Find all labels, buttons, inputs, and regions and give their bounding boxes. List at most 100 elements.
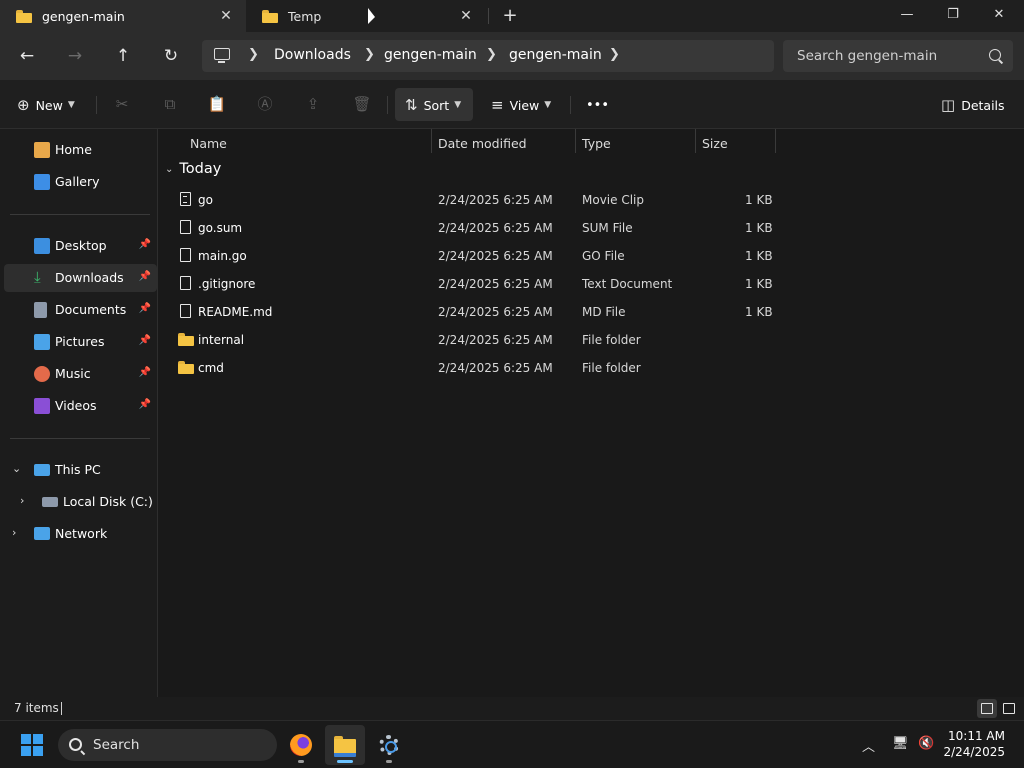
column-divider[interactable] [575, 129, 576, 153]
refresh-button[interactable]: ↻ [157, 42, 185, 70]
sort-icon: ⇅ [405, 96, 418, 114]
sidebar-item-gallery[interactable]: Gallery [4, 168, 157, 196]
network-status-icon[interactable]: 🖥 [892, 736, 909, 751]
more-options-button[interactable]: ••• [586, 92, 609, 118]
copy-icon[interactable]: ⧉ [160, 94, 180, 114]
column-header-type[interactable]: Type [582, 132, 611, 156]
table-row[interactable]: .gitignore 2/24/2025 6:25 AM Text Docume… [167, 270, 777, 298]
view-button[interactable]: ≡ View ▼ [491, 92, 551, 118]
delete-icon[interactable]: 🗑 [352, 94, 372, 114]
clock[interactable]: 10:11 AM 2/24/2025 [943, 728, 1005, 760]
pin-icon[interactable]: 📌 [139, 367, 151, 378]
chevron-right-icon[interactable]: ❯ [364, 47, 375, 62]
column-header-size[interactable]: Size [702, 132, 728, 156]
details-view-icon [981, 703, 993, 714]
column-header-date-modified[interactable]: Date modified [438, 132, 527, 156]
breadcrumb-gengen-main[interactable]: gengen-main [384, 47, 477, 63]
tab-gengen-main[interactable]: gengen-main ✕ [0, 0, 246, 32]
table-row[interactable]: go.sum 2/24/2025 6:25 AM SUM File 1 KB [167, 214, 777, 242]
status-divider [61, 702, 62, 715]
pin-icon[interactable]: 📌 [139, 335, 151, 346]
share-icon[interactable]: ⇪ [303, 94, 323, 114]
forward-button[interactable]: → [61, 42, 89, 70]
close-window-button[interactable]: ✕ [976, 0, 1022, 32]
folder-icon [178, 333, 194, 346]
maximize-button[interactable]: ❐ [930, 0, 976, 32]
chevron-up-icon[interactable]: ︿ [862, 736, 875, 755]
column-divider[interactable] [431, 129, 432, 153]
sidebar-item-documents[interactable]: Documents 📌 [4, 296, 157, 324]
sidebar-item-videos[interactable]: Videos 📌 [4, 392, 157, 420]
file-size: 1 KB [745, 193, 773, 207]
details-view-toggle[interactable] [977, 699, 997, 718]
new-tab-button[interactable]: + [500, 6, 520, 26]
sidebar-item-label: Desktop [55, 238, 107, 253]
file-name: go.sum [198, 221, 243, 235]
file-type: Movie Clip [582, 193, 644, 207]
tiles-view-toggle[interactable] [999, 699, 1019, 718]
sidebar-divider [10, 438, 150, 439]
column-divider[interactable] [775, 129, 776, 153]
close-tab-icon[interactable]: ✕ [458, 8, 474, 24]
column-divider[interactable] [695, 129, 696, 153]
chevron-down-icon[interactable]: ⌄ [12, 462, 21, 475]
sidebar-item-home[interactable]: Home [4, 136, 157, 164]
breadcrumb-gengen-main-current[interactable]: gengen-main [509, 47, 602, 63]
chevron-right-icon[interactable]: ❯ [609, 47, 620, 62]
up-button[interactable]: ↑ [109, 42, 137, 70]
table-row[interactable]: main.go 2/24/2025 6:25 AM GO File 1 KB [167, 242, 777, 270]
table-row[interactable]: internal 2/24/2025 6:25 AM File folder [167, 326, 777, 354]
sidebar-item-music[interactable]: Music 📌 [4, 360, 157, 388]
sidebar-item-desktop[interactable]: Desktop 📌 [4, 232, 157, 260]
chevron-right-icon[interactable]: › [12, 526, 16, 539]
volume-muted-icon[interactable]: 🔇 [918, 736, 934, 751]
rename-icon[interactable]: Ⓐ [255, 94, 275, 114]
pin-icon[interactable]: 📌 [139, 399, 151, 410]
details-button[interactable]: ◫ Details [941, 92, 1005, 118]
address-bar[interactable]: ❯ Downloads ❯ gengen-main ❯ gengen-main … [202, 40, 774, 72]
sidebar-item-label: Documents [55, 302, 127, 317]
pin-icon[interactable]: 📌 [139, 303, 151, 314]
movie-file-icon [180, 192, 191, 206]
minimize-button[interactable]: — [884, 0, 930, 32]
pin-icon[interactable]: 📌 [139, 239, 151, 250]
new-button[interactable]: ⊕ New ▼ [17, 92, 75, 118]
sidebar-item-network[interactable]: › Network [4, 520, 157, 548]
taskbar-search[interactable]: Search [58, 729, 277, 761]
sidebar-item-downloads[interactable]: ⤓ Downloads 📌 [4, 264, 157, 292]
file-explorer-taskbar-button[interactable] [325, 725, 365, 765]
group-header-today[interactable]: ⌄ Today [165, 161, 221, 177]
sidebar-item-local-disk[interactable]: › Local Disk (C:) [4, 488, 157, 516]
table-row[interactable]: go 2/24/2025 6:25 AM Movie Clip 1 KB [167, 186, 777, 214]
view-label: View [509, 97, 540, 113]
breadcrumb-downloads[interactable]: Downloads [274, 47, 351, 63]
chevron-right-icon[interactable]: › [20, 494, 24, 507]
table-row[interactable]: cmd 2/24/2025 6:25 AM File folder [167, 354, 777, 382]
settings-gear-icon [379, 735, 399, 755]
back-button[interactable]: ← [13, 42, 41, 70]
firefox-taskbar-button[interactable] [281, 725, 321, 765]
taskbar: Search ︿ 🖥 🔇 10:11 AM 2/24/2025 [0, 720, 1024, 768]
sort-button[interactable]: ⇅ Sort ▼ [405, 92, 461, 118]
file-date: 2/24/2025 6:25 AM [438, 221, 553, 235]
windows-start-icon[interactable] [21, 734, 43, 756]
cut-icon[interactable]: ✂ [112, 94, 132, 114]
sidebar-item-label: Gallery [55, 174, 100, 189]
search-box[interactable]: Search gengen-main [783, 40, 1013, 72]
close-tab-icon[interactable]: ✕ [218, 8, 234, 24]
chevron-right-icon[interactable]: ❯ [486, 47, 497, 62]
chevron-right-icon[interactable]: ❯ [248, 47, 259, 62]
sidebar-item-this-pc[interactable]: ⌄ This PC [4, 456, 157, 484]
pin-icon[interactable]: 📌 [139, 271, 151, 282]
paste-icon[interactable]: 📋 [207, 94, 227, 114]
search-input[interactable]: Search gengen-main [797, 48, 937, 64]
settings-taskbar-button[interactable] [369, 725, 409, 765]
music-icon [34, 366, 50, 382]
column-header-name[interactable]: Name [190, 132, 227, 156]
table-row[interactable]: README.md 2/24/2025 6:25 AM MD File 1 KB [167, 298, 777, 326]
clock-time: 10:11 AM [948, 729, 1005, 743]
tab-temp[interactable]: Temp ✕ [246, 0, 486, 32]
file-date: 2/24/2025 6:25 AM [438, 305, 553, 319]
file-name: go [198, 193, 213, 207]
sidebar-item-pictures[interactable]: Pictures 📌 [4, 328, 157, 356]
